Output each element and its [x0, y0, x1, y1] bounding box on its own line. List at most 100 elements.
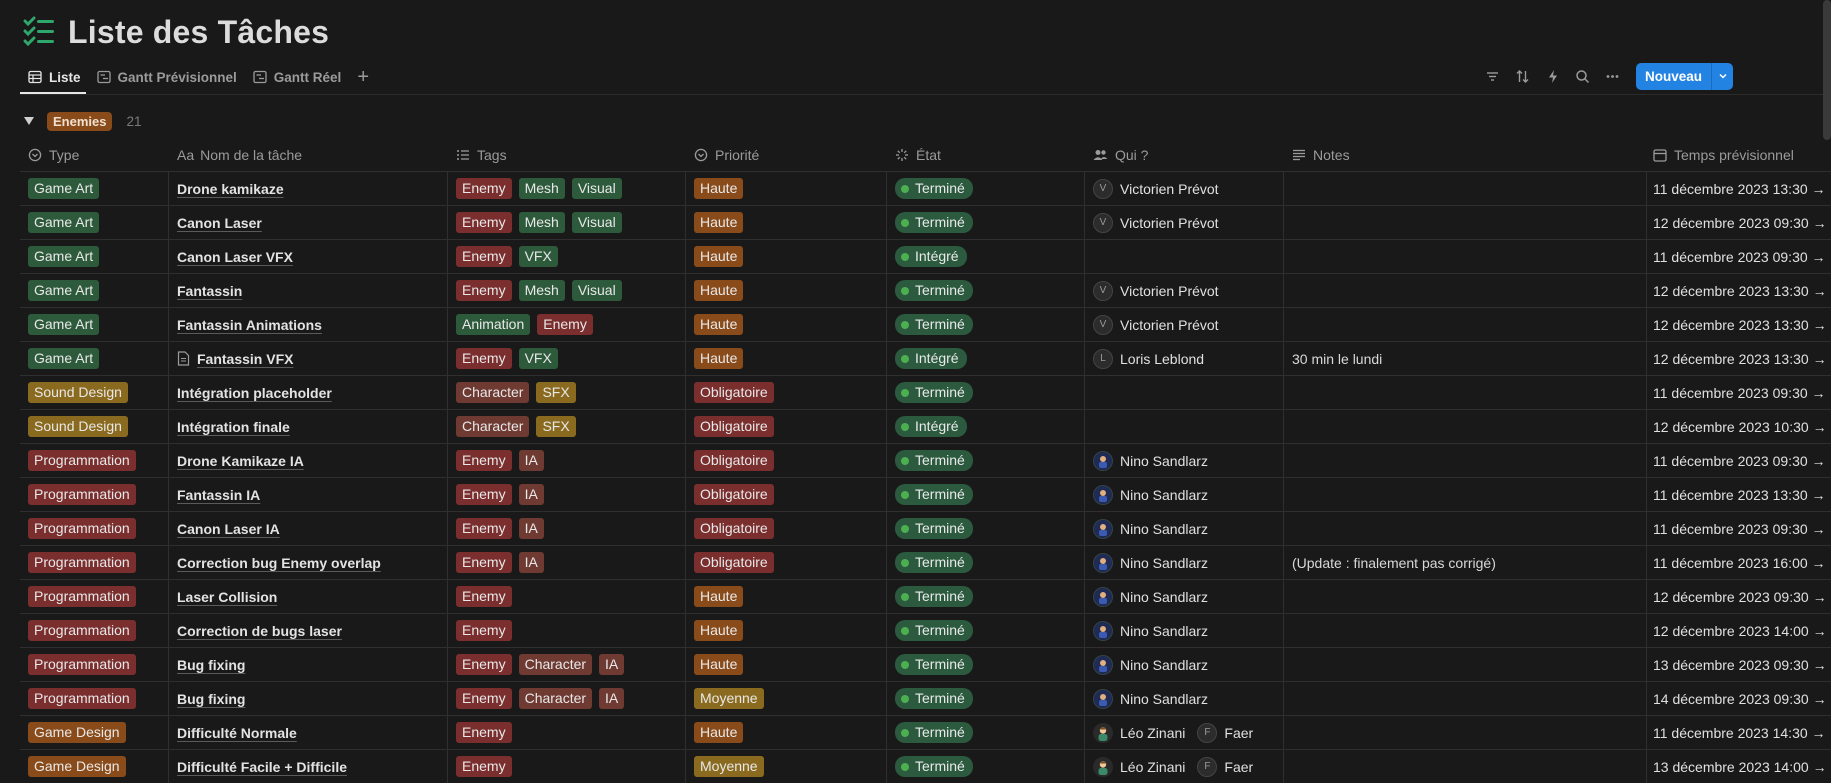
column-header-tags[interactable]: Tags	[448, 138, 686, 171]
tag-pill[interactable]: Character	[456, 382, 530, 403]
priority-cell[interactable]: Haute	[686, 614, 887, 647]
tag-pill[interactable]: Enemy	[456, 280, 512, 301]
type-tag[interactable]: Programmation	[28, 518, 136, 539]
assignee-cell[interactable]	[1085, 240, 1284, 273]
priority-cell[interactable]: Haute	[686, 308, 887, 341]
tag-pill[interactable]: Character	[518, 654, 593, 675]
status-badge[interactable]: Terminé	[895, 450, 973, 471]
column-header-state[interactable]: État	[887, 138, 1085, 171]
column-header-type[interactable]: Type	[20, 138, 169, 171]
priority-cell[interactable]: Obligatoire	[686, 546, 887, 579]
tag-pill[interactable]: IA	[518, 518, 544, 539]
tag-pill[interactable]: Enemy	[456, 484, 512, 505]
priority-cell[interactable]: Obligatoire	[686, 444, 887, 477]
collapse-caret-icon[interactable]	[24, 117, 34, 125]
assignee-cell[interactable]: Nino Sandlarz	[1085, 580, 1284, 613]
tag-pill[interactable]: Enemy	[456, 178, 512, 199]
state-cell[interactable]: Terminé	[887, 444, 1085, 477]
priority-tag[interactable]: Moyenne	[694, 688, 764, 709]
priority-cell[interactable]: Obligatoire	[686, 478, 887, 511]
date-cell[interactable]: 12 décembre 2023 13:30 →	[1647, 274, 1831, 307]
date-cell[interactable]: 11 décembre 2023 09:30 →	[1647, 376, 1831, 409]
state-cell[interactable]: Intégré	[887, 240, 1085, 273]
notes-cell[interactable]	[1284, 172, 1647, 205]
table-row[interactable]: Programmation Bug fixing Enemy Character IA M…	[20, 681, 1831, 715]
tag-pill[interactable]: VFX	[518, 348, 558, 369]
table-row[interactable]: Game Art Fantassin Animations Animation Ene…	[20, 307, 1831, 341]
type-tag[interactable]: Programmation	[28, 552, 136, 573]
column-header-name[interactable]: Aa Nom de la tâche	[169, 138, 448, 171]
state-cell[interactable]: Terminé	[887, 512, 1085, 545]
priority-cell[interactable]: Obligatoire	[686, 410, 887, 443]
task-name[interactable]: Drone kamikaze	[177, 181, 284, 197]
priority-tag[interactable]: Haute	[694, 212, 744, 233]
tag-pill[interactable]: SFX	[536, 416, 576, 437]
type-tag[interactable]: Sound Design	[28, 416, 128, 437]
priority-tag[interactable]: Haute	[694, 654, 744, 675]
assignee-cell[interactable]: V Victorien Prévot	[1085, 308, 1284, 341]
tags-cell[interactable]: Enemy IA	[448, 444, 686, 477]
tag-pill[interactable]: IA	[599, 654, 625, 675]
task-name[interactable]: Intégration placeholder	[177, 385, 332, 401]
type-cell[interactable]: Programmation	[20, 614, 169, 647]
date-cell[interactable]: 11 décembre 2023 14:30 →	[1647, 716, 1831, 749]
priority-tag[interactable]: Haute	[694, 722, 744, 743]
type-tag[interactable]: Game Art	[28, 280, 100, 301]
person-chip[interactable]: V Victorien Prévot	[1093, 314, 1219, 335]
lightning-icon[interactable]	[1538, 62, 1568, 90]
notes-cell[interactable]	[1284, 580, 1647, 613]
person-chip[interactable]: Nino Sandlarz	[1093, 688, 1208, 709]
person-chip[interactable]: Nino Sandlarz	[1093, 450, 1208, 471]
tags-cell[interactable]: Enemy Character IA	[448, 682, 686, 715]
priority-tag[interactable]: Obligatoire	[694, 450, 774, 471]
table-row[interactable]: Programmation Correction de bugs laser Ene…	[20, 613, 1831, 647]
priority-tag[interactable]: Haute	[694, 620, 744, 641]
task-name[interactable]: Fantassin	[177, 283, 242, 299]
priority-tag[interactable]: Haute	[694, 314, 744, 335]
type-tag[interactable]: Programmation	[28, 484, 136, 505]
type-cell[interactable]: Programmation	[20, 682, 169, 715]
tags-cell[interactable]: Enemy IA	[448, 512, 686, 545]
status-badge[interactable]: Terminé	[895, 552, 973, 573]
state-cell[interactable]: Terminé	[887, 614, 1085, 647]
type-tag[interactable]: Programmation	[28, 620, 136, 641]
task-name[interactable]: Canon Laser VFX	[177, 249, 293, 265]
status-badge[interactable]: Terminé	[895, 280, 973, 301]
priority-tag[interactable]: Haute	[694, 586, 744, 607]
tag-pill[interactable]: Enemy	[456, 654, 512, 675]
tags-cell[interactable]: Character SFX	[448, 376, 686, 409]
tags-cell[interactable]: Enemy VFX	[448, 342, 686, 375]
person-chip[interactable]: Nino Sandlarz	[1093, 484, 1208, 505]
task-name-cell[interactable]: Fantassin IA	[169, 478, 448, 511]
tags-cell[interactable]: Character SFX	[448, 410, 686, 443]
type-tag[interactable]: Programmation	[28, 586, 136, 607]
scrollbar[interactable]	[1823, 0, 1831, 140]
type-cell[interactable]: Sound Design	[20, 376, 169, 409]
priority-cell[interactable]: Haute	[686, 206, 887, 239]
tag-pill[interactable]: Enemy	[456, 756, 512, 777]
person-chip[interactable]: Nino Sandlarz	[1093, 586, 1208, 607]
state-cell[interactable]: Terminé	[887, 580, 1085, 613]
tag-pill[interactable]: Mesh	[518, 212, 565, 233]
task-name[interactable]: Laser Collision	[177, 589, 277, 605]
tag-pill[interactable]: Enemy	[456, 450, 512, 471]
notes-cell[interactable]	[1284, 614, 1647, 647]
date-cell[interactable]: 13 décembre 2023 14:00 →	[1647, 750, 1831, 783]
type-tag[interactable]: Game Art	[28, 348, 100, 369]
table-row[interactable]: Sound Design Intégration placeholder Chara…	[20, 375, 1831, 409]
date-cell[interactable]: 12 décembre 2023 13:30 →	[1647, 342, 1831, 375]
task-name[interactable]: Difficulté Facile + Difficile	[177, 759, 347, 775]
type-cell[interactable]: Game Art	[20, 172, 169, 205]
status-badge[interactable]: Terminé	[895, 722, 973, 743]
tags-cell[interactable]: Enemy IA	[448, 546, 686, 579]
person-chip[interactable]: Léo Zinani	[1093, 756, 1185, 777]
type-cell[interactable]: Programmation	[20, 648, 169, 681]
priority-tag[interactable]: Obligatoire	[694, 382, 774, 403]
tag-pill[interactable]: Enemy	[456, 620, 512, 641]
new-button[interactable]: Nouveau	[1635, 62, 1711, 90]
tag-pill[interactable]: VFX	[518, 246, 558, 267]
status-badge[interactable]: Terminé	[895, 518, 973, 539]
table-row[interactable]: Game Design Difficulté Facile + Difficile…	[20, 749, 1831, 783]
date-cell[interactable]: 11 décembre 2023 09:30 →	[1647, 444, 1831, 477]
date-cell[interactable]: 14 décembre 2023 09:30 →	[1647, 682, 1831, 715]
